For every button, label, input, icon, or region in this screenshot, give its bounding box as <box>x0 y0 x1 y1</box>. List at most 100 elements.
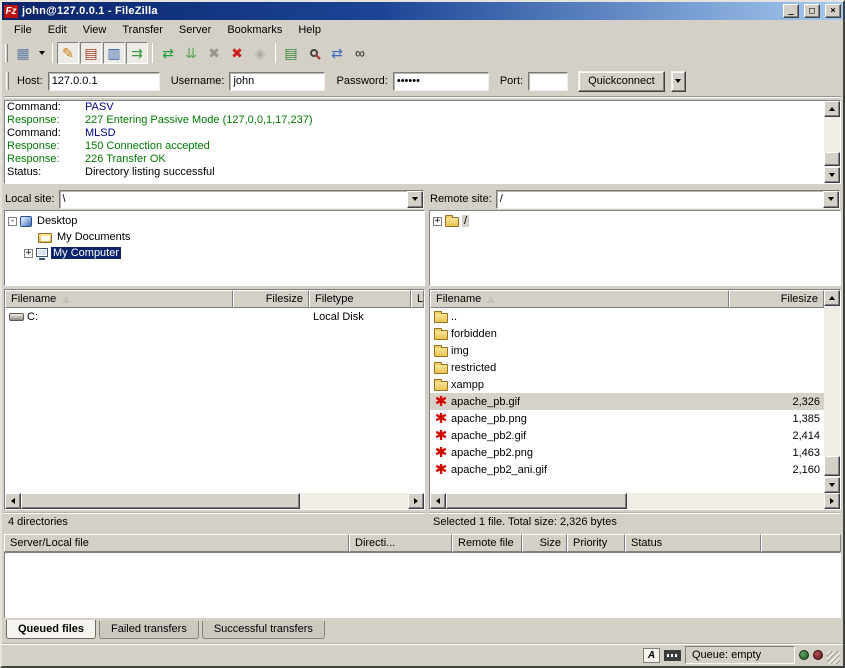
remote-column-1[interactable]: Filesize <box>729 290 824 308</box>
port-input[interactable] <box>528 72 568 91</box>
scroll-down-button[interactable] <box>824 167 840 183</box>
scroll-track[interactable] <box>21 493 408 509</box>
remote-site-label: Remote site: <box>430 193 492 205</box>
scroll-down-button[interactable] <box>824 477 840 493</box>
menu-item-edit[interactable]: Edit <box>40 22 75 38</box>
expand-icon[interactable]: + <box>24 249 33 258</box>
filter-button[interactable]: ▤ <box>280 42 302 64</box>
expand-icon[interactable]: + <box>433 217 442 226</box>
remote-file-row[interactable]: apache_pb.png1,385 <box>430 410 824 427</box>
queue-column-0[interactable]: Server/Local file <box>4 534 349 552</box>
refresh-button[interactable]: ⇄ <box>157 42 179 64</box>
remote-file-row[interactable]: img <box>430 342 824 359</box>
scroll-track[interactable] <box>446 493 824 509</box>
remote-file-row[interactable]: apache_pb2.gif2,414 <box>430 427 824 444</box>
filename-cell: apache_pb2.gif <box>430 430 729 442</box>
scroll-right-button[interactable] <box>408 493 424 509</box>
scroll-thumb[interactable] <box>824 456 840 476</box>
quickbar-grip[interactable] <box>6 72 9 90</box>
minimize-button[interactable]: _ <box>783 4 799 18</box>
remote-hscrollbar[interactable] <box>430 493 840 509</box>
scroll-right-button[interactable] <box>824 493 840 509</box>
collapse-icon[interactable]: - <box>8 217 17 226</box>
toggle-log-button[interactable]: ✎ <box>57 42 79 64</box>
local-column-2[interactable]: Filetype <box>309 290 411 308</box>
local-file-row[interactable]: C:Local Disk <box>5 308 424 325</box>
local-hscrollbar[interactable] <box>5 493 424 509</box>
local-column-1[interactable]: Filesize <box>233 290 309 308</box>
remote-column-label: Filesize <box>781 293 818 305</box>
tab-successful-transfers[interactable]: Successful transfers <box>202 621 325 639</box>
local-column-3[interactable]: L <box>411 290 424 308</box>
queue-column-3[interactable]: Size <box>522 534 567 552</box>
remote-file-row[interactable]: apache_pb2.png1,463 <box>430 444 824 461</box>
menu-item-view[interactable]: View <box>75 22 115 38</box>
scroll-up-button[interactable] <box>824 290 840 306</box>
scroll-thumb[interactable] <box>446 493 627 509</box>
toggle-local-tree-button[interactable]: ▤ <box>80 42 102 64</box>
toolbar-grip[interactable] <box>5 44 8 62</box>
scroll-track[interactable] <box>824 306 840 477</box>
username-input[interactable] <box>229 72 325 91</box>
menu-item-transfer[interactable]: Transfer <box>114 22 171 38</box>
local-tree-item[interactable]: +My Computer <box>6 245 423 261</box>
log-scrollbar[interactable] <box>824 101 840 183</box>
toggle-remote-tree-button[interactable]: ▥ <box>103 42 125 64</box>
tab-failed-transfers[interactable]: Failed transfers <box>99 621 199 639</box>
file-name: forbidden <box>451 328 497 340</box>
remote-file-row[interactable]: restricted <box>430 359 824 376</box>
remote-site-dropdown[interactable] <box>823 191 839 208</box>
local-tree-item[interactable]: My Documents <box>6 229 423 245</box>
site-manager-button[interactable]: ▦ <box>12 42 34 64</box>
arrow-down-icon <box>829 483 835 487</box>
quickconnect-dropdown[interactable] <box>671 71 686 92</box>
scroll-thumb[interactable] <box>824 152 840 166</box>
host-input[interactable] <box>48 72 160 91</box>
image-icon <box>434 447 448 458</box>
scroll-left-button[interactable] <box>5 493 21 509</box>
scroll-thumb[interactable] <box>21 493 300 509</box>
remote-file-row[interactable]: apache_pb2_ani.gif2,160 <box>430 461 824 478</box>
menu-item-bookmarks[interactable]: Bookmarks <box>219 22 290 38</box>
arrow-right-icon <box>830 498 834 504</box>
find-files-button[interactable]: ∞ <box>349 42 371 64</box>
local-tree-item[interactable]: -Desktop <box>6 213 423 229</box>
scroll-left-button[interactable] <box>430 493 446 509</box>
message-log-content: Command:PASVResponse:227 Entering Passiv… <box>5 101 824 183</box>
quickconnect-button[interactable]: Quickconnect <box>578 71 665 92</box>
process-queue-button[interactable]: ⇊ <box>180 42 202 64</box>
status-badge-icon <box>664 650 681 661</box>
scroll-track[interactable] <box>824 117 840 167</box>
password-input[interactable] <box>393 72 489 91</box>
menu-item-help[interactable]: Help <box>290 22 329 38</box>
remote-vscrollbar[interactable] <box>824 290 840 493</box>
sync-browsing-button[interactable]: ⇄ <box>326 42 348 64</box>
resize-grip[interactable] <box>827 651 840 664</box>
local-column-0[interactable]: Filename <box>5 290 233 308</box>
quickconnect-bar: Host: Username: Password: Port: Quickcon… <box>2 66 843 96</box>
maximize-button[interactable]: □ <box>804 4 820 18</box>
queue-column-1[interactable]: Directi... <box>349 534 452 552</box>
site-manager-dropdown[interactable] <box>35 42 48 64</box>
menu-item-server[interactable]: Server <box>171 22 219 38</box>
disconnect-button[interactable]: ✖ <box>226 42 248 64</box>
toggle-queue-button[interactable]: ⇉ <box>126 42 148 64</box>
remote-file-row[interactable]: apache_pb.gif2,326 <box>430 393 824 410</box>
tab-queued-files[interactable]: Queued files <box>6 620 96 639</box>
remote-file-row[interactable]: .. <box>430 308 824 325</box>
menu-item-file[interactable]: File <box>6 22 40 38</box>
local-site-dropdown[interactable] <box>407 191 423 208</box>
scroll-up-button[interactable] <box>824 101 840 117</box>
compare-button[interactable] <box>303 42 325 64</box>
local-site-combo[interactable]: \ <box>59 190 424 209</box>
remote-site-combo[interactable]: / <box>496 190 840 209</box>
queue-column-2[interactable]: Remote file <box>452 534 522 552</box>
close-button[interactable]: × <box>825 4 841 18</box>
remote-file-row[interactable]: xampp <box>430 376 824 393</box>
remote-file-row[interactable]: forbidden <box>430 325 824 342</box>
queue-column-5[interactable]: Status <box>625 534 761 552</box>
remote-column-0[interactable]: Filename <box>430 290 729 308</box>
queue-column-4[interactable]: Priority <box>567 534 625 552</box>
remote-tree-item[interactable]: +/ <box>431 213 839 229</box>
log-line: Command:MLSD <box>7 127 822 140</box>
